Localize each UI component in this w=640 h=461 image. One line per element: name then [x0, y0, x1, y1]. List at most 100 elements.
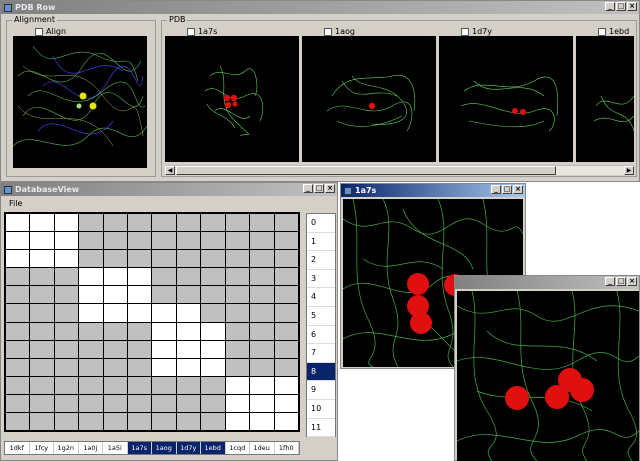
pdb-id-item[interactable]: 1a7s	[127, 442, 152, 454]
grid-cell[interactable]	[6, 412, 30, 430]
grid-cell[interactable]	[152, 286, 176, 304]
pdb-checkbox-row[interactable]: 1ebd	[598, 27, 629, 36]
pdb-id-list[interactable]: 1dkf 1fcy 1g2n 1a0j 1a5i 1a7s 1aog 1d7y 1ebd 1cqd…	[4, 441, 300, 455]
grid-cell[interactable]	[30, 232, 54, 250]
row-number-item[interactable]: 7	[307, 344, 335, 363]
grid-cell[interactable]	[79, 268, 103, 286]
grid-cell[interactable]	[128, 394, 152, 412]
menu-file[interactable]: File	[9, 199, 22, 208]
pdb-checkbox-row[interactable]: 1d7y	[461, 27, 492, 36]
grid-cell[interactable]	[6, 304, 30, 322]
grid-cell[interactable]	[79, 412, 103, 430]
pdb-checkbox[interactable]	[187, 27, 195, 36]
close-button[interactable]: ×	[325, 184, 335, 193]
grid-cell[interactable]	[30, 268, 54, 286]
grid-cell[interactable]	[79, 322, 103, 340]
grid-cell[interactable]	[152, 214, 176, 232]
grid-cell[interactable]	[54, 304, 79, 322]
grid-cell[interactable]	[54, 340, 79, 358]
grid-cell[interactable]	[30, 376, 54, 394]
grid-cell[interactable]	[103, 250, 128, 268]
grid-cell[interactable]	[54, 412, 79, 430]
grid-cell[interactable]	[54, 322, 79, 340]
grid-cell[interactable]	[274, 394, 298, 412]
close-button[interactable]: ×	[627, 277, 637, 286]
grid-cell[interactable]	[274, 358, 298, 376]
grid-cell[interactable]	[225, 376, 250, 394]
grid-cell[interactable]	[274, 322, 298, 340]
grid-cell[interactable]	[79, 304, 103, 322]
pdb-id-item[interactable]: 1a0j	[79, 442, 103, 454]
close-button[interactable]: ×	[513, 185, 523, 194]
grid-cell[interactable]	[128, 250, 152, 268]
grid-cell[interactable]	[30, 304, 54, 322]
pdb-checkbox[interactable]	[461, 27, 469, 36]
grid-cell[interactable]	[6, 214, 30, 232]
grid-cell[interactable]	[274, 340, 298, 358]
grid-cell[interactable]	[103, 322, 128, 340]
grid-cell[interactable]	[128, 214, 152, 232]
protein-viewer[interactable]	[165, 36, 299, 162]
grid-cell[interactable]	[152, 394, 176, 412]
grid-cell[interactable]	[54, 376, 79, 394]
grid-cell[interactable]	[30, 340, 54, 358]
pdb-checkbox-row[interactable]: 1a7s	[187, 27, 217, 36]
grid-cell[interactable]	[176, 322, 201, 340]
viewer-second-titlebar[interactable]: _ □ ×	[455, 276, 639, 289]
pdb-id-item[interactable]: 1d7y	[176, 442, 201, 454]
grid-cell[interactable]	[201, 286, 225, 304]
row-number-item[interactable]: 8	[307, 362, 335, 382]
row-number-item[interactable]: 11	[307, 419, 335, 438]
pdb-id-item[interactable]: 1fh0	[275, 442, 299, 454]
grid-cell[interactable]	[274, 376, 298, 394]
grid-cell[interactable]	[79, 232, 103, 250]
row-number-item[interactable]: 1	[307, 233, 335, 252]
grid-cell[interactable]	[103, 412, 128, 430]
grid-cell[interactable]	[250, 394, 274, 412]
grid-cell[interactable]	[128, 358, 152, 376]
grid-cell[interactable]	[176, 286, 201, 304]
grid-cell[interactable]	[103, 268, 128, 286]
pdb-id-item[interactable]: 1cqd	[226, 442, 250, 454]
grid-cell[interactable]	[274, 250, 298, 268]
row-number-item[interactable]: 5	[307, 307, 335, 326]
grid-cell[interactable]	[103, 376, 128, 394]
grid-cell[interactable]	[225, 214, 250, 232]
grid-cell[interactable]	[6, 376, 30, 394]
grid-cell[interactable]	[30, 358, 54, 376]
grid-cell[interactable]	[250, 286, 274, 304]
scroll-thumb[interactable]	[176, 166, 556, 175]
grid-cell[interactable]	[250, 340, 274, 358]
pdb-id-item[interactable]: 1fcy	[30, 442, 54, 454]
grid-cell[interactable]	[54, 214, 79, 232]
grid-cell[interactable]	[30, 250, 54, 268]
pdb-checkbox[interactable]	[324, 27, 332, 36]
grid-cell[interactable]	[201, 214, 225, 232]
grid-cell[interactable]	[79, 376, 103, 394]
grid-cell[interactable]	[54, 250, 79, 268]
pdb-id-item[interactable]: 1dkf	[5, 442, 30, 454]
grid-cell[interactable]	[274, 268, 298, 286]
grid-cell[interactable]	[103, 358, 128, 376]
grid-cell[interactable]	[6, 268, 30, 286]
grid-cell[interactable]	[6, 358, 30, 376]
grid-cell[interactable]	[54, 268, 79, 286]
pdb-checkbox-row[interactable]: 1aog	[324, 27, 355, 36]
row-number-item[interactable]: 9	[307, 381, 335, 400]
row-number-item[interactable]: 6	[307, 326, 335, 345]
grid-cell[interactable]	[250, 232, 274, 250]
row-number-item[interactable]: 10	[307, 400, 335, 419]
grid-cell[interactable]	[274, 232, 298, 250]
grid-cell[interactable]	[274, 286, 298, 304]
grid-cell[interactable]	[225, 304, 250, 322]
grid-cell[interactable]	[176, 358, 201, 376]
pdb-row-scrollbar[interactable]: ◀ ▶	[165, 165, 634, 175]
row-number-item[interactable]: 2	[307, 251, 335, 270]
grid-cell[interactable]	[274, 412, 298, 430]
row-number-list[interactable]: 0 1 2 3 4 5 6 7 8 9 10 11	[306, 213, 336, 438]
grid-cell[interactable]	[6, 340, 30, 358]
minimize-button[interactable]: _	[491, 185, 501, 194]
grid-cell[interactable]	[128, 268, 152, 286]
grid-cell[interactable]	[103, 394, 128, 412]
grid-cell[interactable]	[250, 250, 274, 268]
